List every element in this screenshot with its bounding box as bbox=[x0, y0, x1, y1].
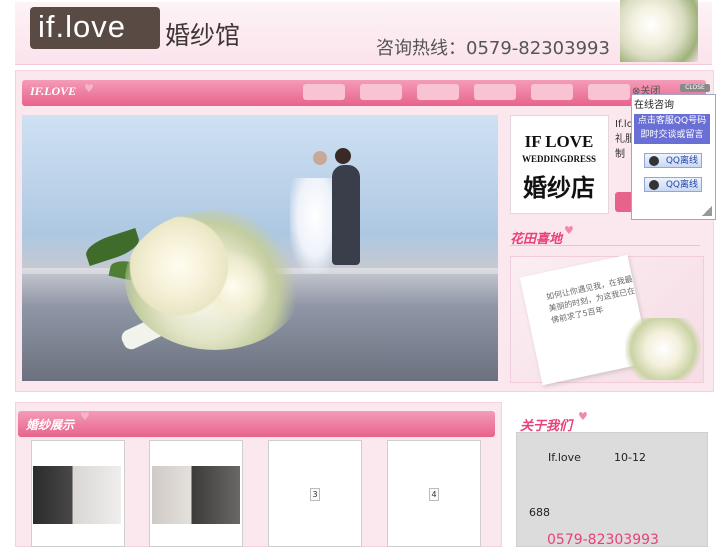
groom-head bbox=[335, 148, 351, 164]
nav-tab[interactable] bbox=[588, 84, 630, 100]
heart-icon: ♥ bbox=[84, 82, 94, 95]
nav-tab[interactable] bbox=[360, 84, 402, 100]
dress-image-placeholder[interactable]: 3 bbox=[310, 488, 320, 501]
header-flower-image bbox=[620, 0, 698, 62]
side-logo-sub: WEDDINGDRESS bbox=[521, 154, 597, 164]
divider bbox=[510, 245, 700, 246]
qq-contact-button[interactable]: QQ离线 bbox=[644, 153, 702, 168]
logo-text-cn: 婚纱馆 bbox=[165, 21, 241, 50]
about-name: If.love bbox=[548, 451, 581, 464]
bride-head bbox=[313, 151, 327, 165]
heart-icon: ♥ bbox=[564, 224, 574, 237]
qq-contact-label: QQ离线 bbox=[665, 156, 698, 166]
qq-contact-button[interactable]: QQ离线 bbox=[644, 177, 702, 192]
nav-tab[interactable] bbox=[474, 84, 516, 100]
qq-close-button[interactable]: CLOSE bbox=[680, 84, 710, 92]
heart-icon: ♥ bbox=[80, 410, 90, 423]
nav-tab[interactable] bbox=[417, 84, 459, 100]
nav-tab[interactable] bbox=[531, 84, 573, 100]
dress-section-title: 婚纱展示 bbox=[26, 418, 75, 432]
resize-handle-icon[interactable] bbox=[702, 206, 712, 216]
bouquet bbox=[125, 210, 305, 350]
qq-penguin-icon bbox=[649, 180, 659, 190]
qq-penguin-icon bbox=[649, 156, 659, 166]
side-logo-en: IF LOVE bbox=[524, 132, 594, 151]
nav-title: IF.LOVE bbox=[30, 84, 77, 98]
dress-photo[interactable] bbox=[152, 466, 240, 524]
nav-tab[interactable] bbox=[303, 84, 345, 100]
dress-photo[interactable] bbox=[33, 466, 121, 524]
dress-image-placeholder[interactable]: 4 bbox=[429, 488, 439, 501]
heart-icon: ♥ bbox=[578, 410, 588, 423]
about-date: 10-12 bbox=[614, 451, 646, 464]
side-logo-cn: 婚纱店 bbox=[523, 174, 595, 202]
logo-text-en[interactable]: if.love bbox=[38, 9, 126, 45]
qq-contact-label: QQ离线 bbox=[665, 180, 698, 190]
garden-flowers bbox=[625, 318, 701, 380]
about-box bbox=[516, 432, 708, 547]
groom-figure bbox=[332, 165, 360, 265]
hotline-text: 咨询热线：0579-82303993 bbox=[376, 38, 610, 59]
qq-header: 在线咨询 bbox=[634, 100, 674, 111]
about-number: 688 bbox=[529, 506, 550, 519]
about-phone: 0579-82303993 bbox=[547, 532, 659, 548]
qq-notice: 点击客服QQ号码即时交谈或留言 bbox=[634, 114, 710, 144]
